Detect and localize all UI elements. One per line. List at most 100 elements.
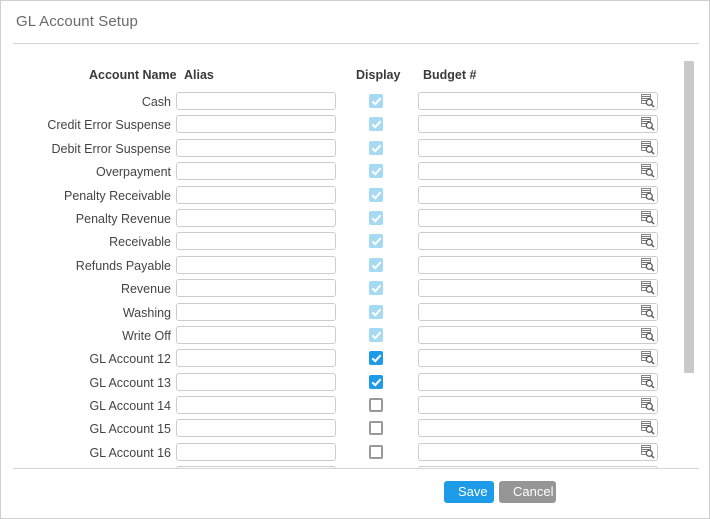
budget-input[interactable] <box>418 186 658 204</box>
display-checkbox[interactable] <box>369 351 383 365</box>
display-checkbox[interactable] <box>369 234 383 248</box>
display-checkbox-wrapper[interactable] <box>369 281 383 295</box>
lookup-search-icon[interactable] <box>641 351 655 365</box>
budget-field-wrapper <box>418 396 658 414</box>
display-checkbox[interactable] <box>369 211 383 225</box>
alias-input[interactable] <box>176 419 336 437</box>
account-name-label: GL Account 12 <box>31 351 171 368</box>
table-row: GL Account 13 <box>1 373 710 396</box>
budget-field-wrapper <box>418 279 658 297</box>
lookup-search-icon[interactable] <box>641 141 655 155</box>
lookup-search-icon[interactable] <box>641 258 655 272</box>
display-checkbox[interactable] <box>369 188 383 202</box>
table-row: Overpayment <box>1 162 710 185</box>
alias-input[interactable] <box>176 186 336 204</box>
lookup-search-icon[interactable] <box>641 188 655 202</box>
display-checkbox[interactable] <box>369 258 383 272</box>
table-row: Receivable <box>1 232 710 255</box>
display-checkbox-wrapper[interactable] <box>369 211 383 225</box>
vertical-scrollbar-thumb[interactable] <box>684 61 694 373</box>
lookup-search-icon[interactable] <box>641 398 655 412</box>
display-checkbox-wrapper[interactable] <box>369 94 383 108</box>
display-checkbox-wrapper[interactable] <box>369 445 383 459</box>
account-name-label: GL Account 14 <box>31 398 171 415</box>
alias-input[interactable] <box>176 303 336 321</box>
save-button[interactable]: Save <box>444 481 494 503</box>
alias-input[interactable] <box>176 326 336 344</box>
budget-input[interactable] <box>418 232 658 250</box>
alias-input[interactable] <box>176 256 336 274</box>
budget-input[interactable] <box>418 396 658 414</box>
lookup-search-icon[interactable] <box>641 94 655 108</box>
alias-input[interactable] <box>176 92 336 110</box>
display-checkbox[interactable] <box>369 445 383 459</box>
alias-input[interactable] <box>176 232 336 250</box>
budget-input[interactable] <box>418 349 658 367</box>
budget-input[interactable] <box>418 209 658 227</box>
budget-input[interactable] <box>418 279 658 297</box>
account-name-label: Refunds Payable <box>31 258 171 275</box>
display-checkbox-wrapper[interactable] <box>369 234 383 248</box>
budget-input[interactable] <box>418 92 658 110</box>
budget-field-wrapper <box>418 349 658 367</box>
lookup-search-icon[interactable] <box>641 164 655 178</box>
lookup-search-icon[interactable] <box>641 234 655 248</box>
display-checkbox[interactable] <box>369 164 383 178</box>
account-name-label: Penalty Revenue <box>31 211 171 228</box>
budget-field-wrapper <box>418 139 658 157</box>
budget-input[interactable] <box>418 326 658 344</box>
table-body: CashCredit Error SuspenseDebit Error Sus… <box>1 92 710 468</box>
display-checkbox-wrapper[interactable] <box>369 398 383 412</box>
lookup-search-icon[interactable] <box>641 375 655 389</box>
display-checkbox[interactable] <box>369 305 383 319</box>
display-checkbox-wrapper[interactable] <box>369 351 383 365</box>
table-row: Write Off <box>1 326 710 349</box>
lookup-search-icon[interactable] <box>641 117 655 131</box>
alias-input[interactable] <box>176 279 336 297</box>
budget-input[interactable] <box>418 443 658 461</box>
alias-input[interactable] <box>176 115 336 133</box>
lookup-search-icon[interactable] <box>641 328 655 342</box>
display-checkbox-wrapper[interactable] <box>369 421 383 435</box>
account-name-label: GL Account 16 <box>31 445 171 462</box>
lookup-search-icon[interactable] <box>641 305 655 319</box>
alias-input[interactable] <box>176 349 336 367</box>
display-checkbox-wrapper[interactable] <box>369 375 383 389</box>
display-checkbox[interactable] <box>369 375 383 389</box>
display-checkbox[interactable] <box>369 94 383 108</box>
alias-input[interactable] <box>176 443 336 461</box>
lookup-search-icon[interactable] <box>641 445 655 459</box>
display-checkbox[interactable] <box>369 117 383 131</box>
account-name-label: Washing <box>31 305 171 322</box>
display-checkbox-wrapper[interactable] <box>369 305 383 319</box>
alias-input[interactable] <box>176 209 336 227</box>
display-checkbox-wrapper[interactable] <box>369 188 383 202</box>
alias-input[interactable] <box>176 139 336 157</box>
account-name-label: Overpayment <box>31 164 171 181</box>
display-checkbox[interactable] <box>369 398 383 412</box>
alias-input[interactable] <box>176 373 336 391</box>
lookup-search-icon[interactable] <box>641 211 655 225</box>
budget-input[interactable] <box>418 162 658 180</box>
display-checkbox-wrapper[interactable] <box>369 328 383 342</box>
budget-input[interactable] <box>418 256 658 274</box>
alias-input[interactable] <box>176 162 336 180</box>
display-checkbox[interactable] <box>369 281 383 295</box>
lookup-search-icon[interactable] <box>641 421 655 435</box>
cancel-button[interactable]: Cancel <box>499 481 556 503</box>
display-checkbox-wrapper[interactable] <box>369 141 383 155</box>
budget-input[interactable] <box>418 139 658 157</box>
display-checkbox-wrapper[interactable] <box>369 258 383 272</box>
budget-input[interactable] <box>418 115 658 133</box>
lookup-search-icon[interactable] <box>641 281 655 295</box>
display-checkbox-wrapper[interactable] <box>369 164 383 178</box>
display-checkbox[interactable] <box>369 421 383 435</box>
display-checkbox[interactable] <box>369 141 383 155</box>
budget-input[interactable] <box>418 303 658 321</box>
display-checkbox[interactable] <box>369 328 383 342</box>
display-checkbox-wrapper[interactable] <box>369 117 383 131</box>
alias-input[interactable] <box>176 396 336 414</box>
budget-input[interactable] <box>418 373 658 391</box>
budget-input[interactable] <box>418 419 658 437</box>
table-row: Credit Error Suspense <box>1 115 710 138</box>
